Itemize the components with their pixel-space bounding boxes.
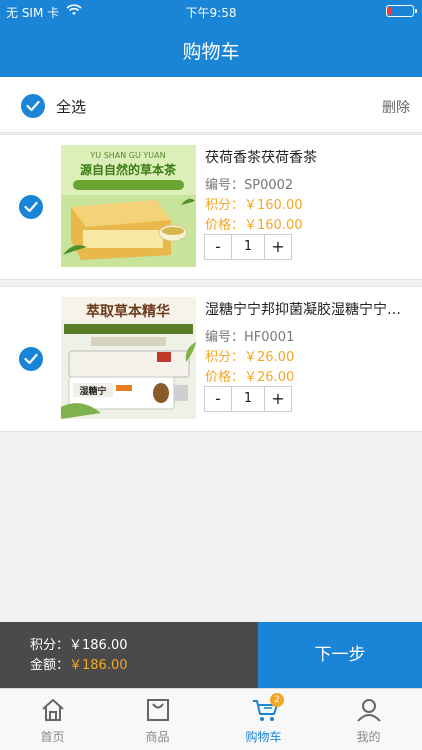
- price-label: 价格：: [205, 370, 245, 385]
- item-price: 价格：￥26.00: [205, 366, 294, 385]
- summary-amount-label: 金额：: [30, 658, 70, 673]
- increase-button[interactable]: +: [265, 235, 291, 259]
- points-value: ￥160.00: [244, 198, 303, 213]
- price-label: 价格：: [205, 218, 245, 233]
- tab-label: 商品: [145, 730, 170, 744]
- svg-text:湿糖宁: 湿糖宁: [79, 385, 106, 397]
- status-time: 下午9:58: [185, 6, 237, 20]
- code-label: 编号：: [205, 330, 245, 345]
- svg-text:萃取草本精华: 萃取草本精华: [86, 303, 170, 320]
- item-points: 积分：￥26.00: [205, 346, 294, 365]
- tab-bar: 首页 商品 2 购物车 我的: [0, 688, 422, 750]
- points-label: 积分：: [205, 198, 245, 213]
- profile-icon: [357, 699, 381, 722]
- select-all-checkbox[interactable]: [21, 94, 45, 118]
- summary-amount-value: ￥186.00: [69, 658, 128, 673]
- next-step-button[interactable]: 下一步: [258, 622, 422, 688]
- home-icon: [42, 699, 64, 721]
- cart-item: YU SHAN GU YUAN 源自自然的草本茶 茯荷香茶茯荷香茶 编号：SP0…: [0, 134, 422, 280]
- cart-count-badge: 2: [270, 693, 284, 707]
- item-checkbox[interactable]: [19, 195, 43, 219]
- decrease-button[interactable]: -: [205, 387, 231, 411]
- quantity-stepper: - 1 +: [204, 386, 292, 412]
- item-points: 积分：￥160.00: [205, 194, 303, 213]
- decrease-button[interactable]: -: [205, 235, 231, 259]
- points-label: 积分：: [205, 350, 245, 365]
- svg-text:YU SHAN GU YUAN: YU SHAN GU YUAN: [89, 151, 165, 160]
- select-all-bar: 全选 删除: [0, 77, 422, 133]
- tab-home[interactable]: 首页: [0, 689, 105, 750]
- summary-points: 积分：￥186.00: [30, 634, 128, 653]
- price-value: ￥26.00: [244, 370, 295, 385]
- battery-icon: [386, 5, 417, 17]
- tab-products[interactable]: 商品: [105, 689, 210, 750]
- item-name[interactable]: 湿糖宁宁邦抑菌凝胶湿糖宁宁邦抑菌凝胶: [205, 299, 410, 319]
- checkmark-icon: [24, 353, 38, 365]
- ointment-tube-icon[interactable]: 萃取草本精华 湿糖宁: [61, 297, 196, 419]
- summary-points-value: ￥186.00: [69, 638, 128, 653]
- item-name[interactable]: 茯荷香茶茯荷香茶: [205, 147, 410, 167]
- item-price: 价格：￥160.00: [205, 214, 303, 233]
- shopping-bag-icon: [147, 699, 169, 721]
- increase-button[interactable]: +: [265, 387, 291, 411]
- page-title: 购物车: [182, 41, 240, 63]
- select-all-label[interactable]: 全选: [56, 96, 86, 117]
- code-value: SP0002: [244, 178, 294, 193]
- checkmark-icon: [24, 201, 38, 213]
- tab-profile[interactable]: 我的: [316, 689, 421, 750]
- quantity-input[interactable]: 1: [231, 235, 265, 259]
- tab-cart[interactable]: 2 购物车: [211, 689, 316, 750]
- checkmark-icon: [26, 100, 40, 112]
- summary-amount: 金额：￥186.00: [30, 654, 128, 673]
- delete-button[interactable]: 删除: [382, 97, 410, 117]
- tab-label: 购物车: [245, 730, 282, 744]
- item-code: 编号：HF0001: [205, 326, 294, 345]
- svg-text:源自自然的草本茶: 源自自然的草本茶: [80, 162, 177, 177]
- cart-item: 萃取草本精华 湿糖宁 湿糖宁宁邦抑菌凝胶湿糖宁宁邦抑菌凝胶 编号：HF0001 …: [0, 286, 422, 432]
- price-value: ￥160.00: [244, 218, 303, 233]
- summary-points-label: 积分：: [30, 638, 70, 653]
- quantity-stepper: - 1 +: [204, 234, 292, 260]
- status-bar: 无 SIM 卡 下午9:58: [0, 0, 422, 22]
- battery-level: [388, 7, 391, 15]
- herbal-tea-box-icon[interactable]: YU SHAN GU YUAN 源自自然的草本茶: [61, 145, 196, 267]
- points-value: ￥26.00: [244, 350, 295, 365]
- tab-label: 我的: [356, 730, 381, 744]
- nav-bar: 购物车: [0, 22, 422, 77]
- quantity-input[interactable]: 1: [231, 387, 265, 411]
- item-code: 编号：SP0002: [205, 174, 293, 193]
- order-summary: 积分：￥186.00 金额：￥186.00: [0, 622, 258, 688]
- code-label: 编号：: [205, 178, 245, 193]
- tab-label: 首页: [40, 730, 65, 744]
- code-value: HF0001: [244, 330, 295, 345]
- item-checkbox[interactable]: [19, 347, 43, 371]
